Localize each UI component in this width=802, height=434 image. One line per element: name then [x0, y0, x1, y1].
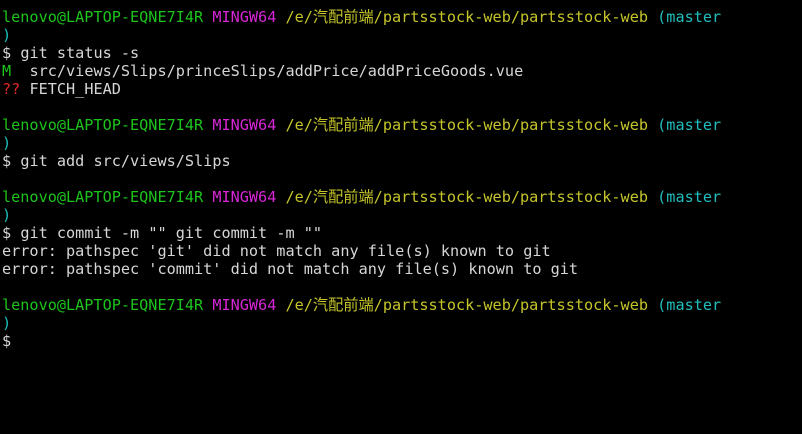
- prompt-shell: MINGW64: [212, 116, 277, 134]
- prompt-branch-close: ): [2, 134, 12, 152]
- error-line: error: pathspec 'commit' did not match a…: [2, 260, 579, 278]
- command-line: $ git status -s: [0, 44, 802, 62]
- command-text: git status -s: [20, 44, 140, 62]
- command-text: git add src/views/Slips: [20, 152, 231, 170]
- prompt-line: lenovo@LAPTOP-EQNE7I4R MINGW64 /e/汽配前端/p…: [0, 116, 802, 134]
- prompt-path: /e/汽配前端/partsstock-web/partsstock-web: [285, 116, 649, 134]
- prompt-branch: (master: [657, 116, 722, 134]
- prompt-branch: (master: [657, 296, 722, 314]
- prompt-branch: (master: [657, 8, 722, 26]
- prompt-user-host: lenovo@LAPTOP-EQNE7I4R: [2, 8, 204, 26]
- prompt-path: /e/汽配前端/partsstock-web/partsstock-web: [285, 296, 649, 314]
- prompt-symbol: $: [2, 332, 12, 350]
- error-line: error: pathspec 'git' did not match any …: [2, 242, 551, 260]
- command-line: $ git add src/views/Slips: [0, 152, 802, 170]
- prompt-line: lenovo@LAPTOP-EQNE7I4R MINGW64 /e/汽配前端/p…: [0, 8, 802, 26]
- text-cursor: [11, 334, 12, 349]
- prompt-symbol: $: [2, 152, 12, 170]
- command-line: $ git commit -m "" git commit -m "": [0, 224, 802, 242]
- prompt-shell: MINGW64: [212, 188, 277, 206]
- status-code: M: [2, 62, 12, 80]
- prompt-line: lenovo@LAPTOP-EQNE7I4R MINGW64 /e/汽配前端/p…: [0, 296, 802, 314]
- prompt-branch-close: ): [2, 314, 12, 332]
- command-text: git commit -m "" git commit -m "": [20, 224, 323, 242]
- prompt-branch-close: ): [2, 26, 12, 44]
- prompt-line: lenovo@LAPTOP-EQNE7I4R MINGW64 /e/汽配前端/p…: [0, 188, 802, 206]
- prompt-shell: MINGW64: [212, 296, 277, 314]
- prompt-symbol: $: [2, 44, 12, 62]
- prompt-branch-close: ): [2, 206, 12, 224]
- status-file: FETCH_HEAD: [29, 80, 121, 98]
- prompt-path: /e/汽配前端/partsstock-web/partsstock-web: [285, 8, 649, 26]
- status-code: ??: [2, 80, 21, 98]
- prompt-user-host: lenovo@LAPTOP-EQNE7I4R: [2, 116, 204, 134]
- prompt-shell: MINGW64: [212, 8, 277, 26]
- status-file: src/views/Slips/princeSlips/addPrice/add…: [29, 62, 524, 80]
- terminal-window[interactable]: lenovo@LAPTOP-EQNE7I4R MINGW64 /e/汽配前端/p…: [0, 0, 802, 434]
- prompt-path: /e/汽配前端/partsstock-web/partsstock-web: [285, 188, 649, 206]
- status-line: ?? FETCH_HEAD: [0, 80, 802, 98]
- status-line: M src/views/Slips/princeSlips/addPrice/a…: [0, 62, 802, 80]
- prompt-branch: (master: [657, 188, 722, 206]
- prompt-user-host: lenovo@LAPTOP-EQNE7I4R: [2, 296, 204, 314]
- prompt-symbol: $: [2, 224, 12, 242]
- active-input-line[interactable]: $: [0, 332, 802, 350]
- prompt-user-host: lenovo@LAPTOP-EQNE7I4R: [2, 188, 204, 206]
